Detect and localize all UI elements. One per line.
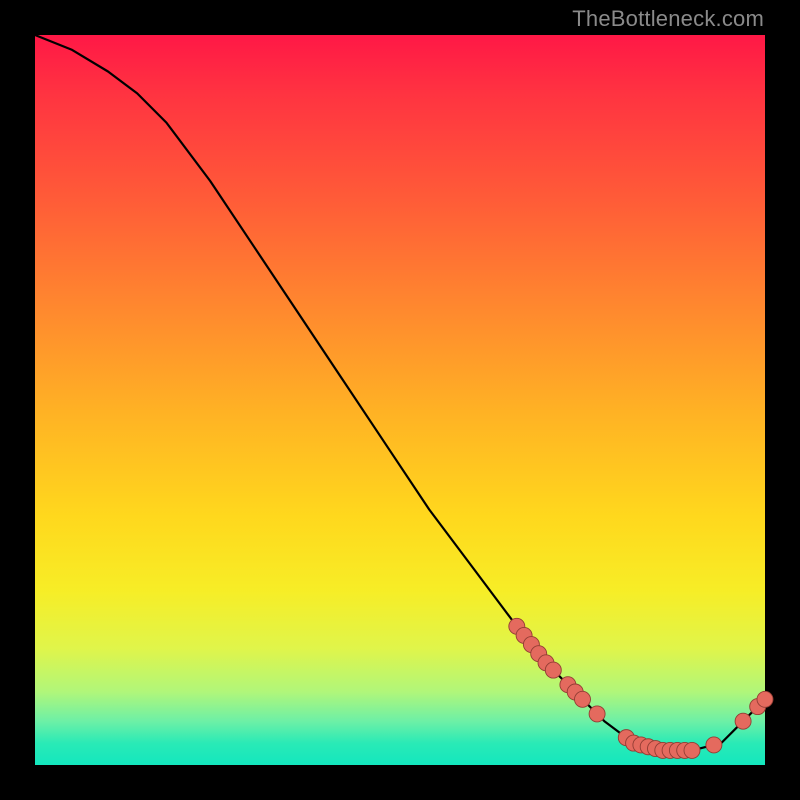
data-marker [545, 662, 561, 678]
plot-area [35, 35, 765, 765]
marker-group [509, 618, 773, 758]
data-marker [684, 742, 700, 758]
data-marker [706, 737, 722, 753]
chart-stage: TheBottleneck.com [0, 0, 800, 800]
data-marker [757, 691, 773, 707]
chart-overlay [35, 35, 765, 765]
bottleneck-curve [35, 35, 765, 750]
data-marker [589, 706, 605, 722]
data-marker [575, 691, 591, 707]
data-marker [735, 713, 751, 729]
watermark-text: TheBottleneck.com [572, 6, 764, 32]
